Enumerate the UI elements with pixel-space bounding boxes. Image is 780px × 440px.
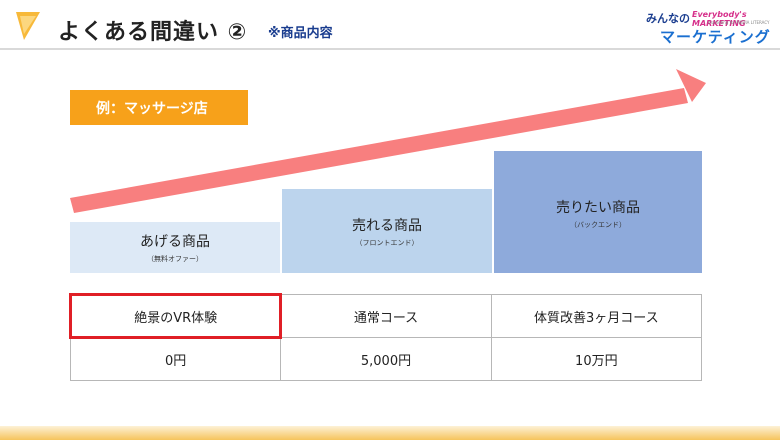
highlight-box [69,293,282,339]
step-title: あげる商品 [140,234,210,250]
table-cell: 10万円 [490,337,703,381]
brand-logo: みんなの Everybody's MARKETING marketing for… [638,8,774,46]
step-subtitle: （バックエンド） [570,221,626,229]
chevron-triangle-icon [16,12,40,40]
page-subtitle: ※商品内容 [268,26,333,41]
table-cell: 体質改善3ヶ月コース [490,294,703,338]
step-title: 売りたい商品 [556,200,640,216]
table-cell: 5,000円 [280,337,492,381]
header: よくある間違い ② ※商品内容 みんなの Everybody's MARKETI… [0,0,780,50]
step-subtitle: （フロントエンド） [355,238,419,247]
step-subtitle: （無料オファー） [147,255,203,263]
step-frontend: 売れる商品 （フロントエンド） [282,189,492,273]
step-title: 売れる商品 [352,217,422,234]
page-title: よくある間違い ② [58,20,248,45]
logo-text-tagline: marketing for MEDIA LITERACY [708,20,770,25]
example-label: 例：マッサージ店 [70,90,248,125]
step-free-offer: あげる商品 （無料オファー） [70,222,280,273]
logo-text-minna: みんなの [646,12,690,25]
footer-bar [0,426,780,440]
step-backend: 売りたい商品 （バックエンド） [494,151,702,273]
logo-text-marketing: マーケティング [660,28,771,46]
table-cell: 通常コース [280,294,492,338]
table-cell: 0円 [69,337,282,381]
table-row: 0円 5,000円 10万円 [69,337,703,381]
